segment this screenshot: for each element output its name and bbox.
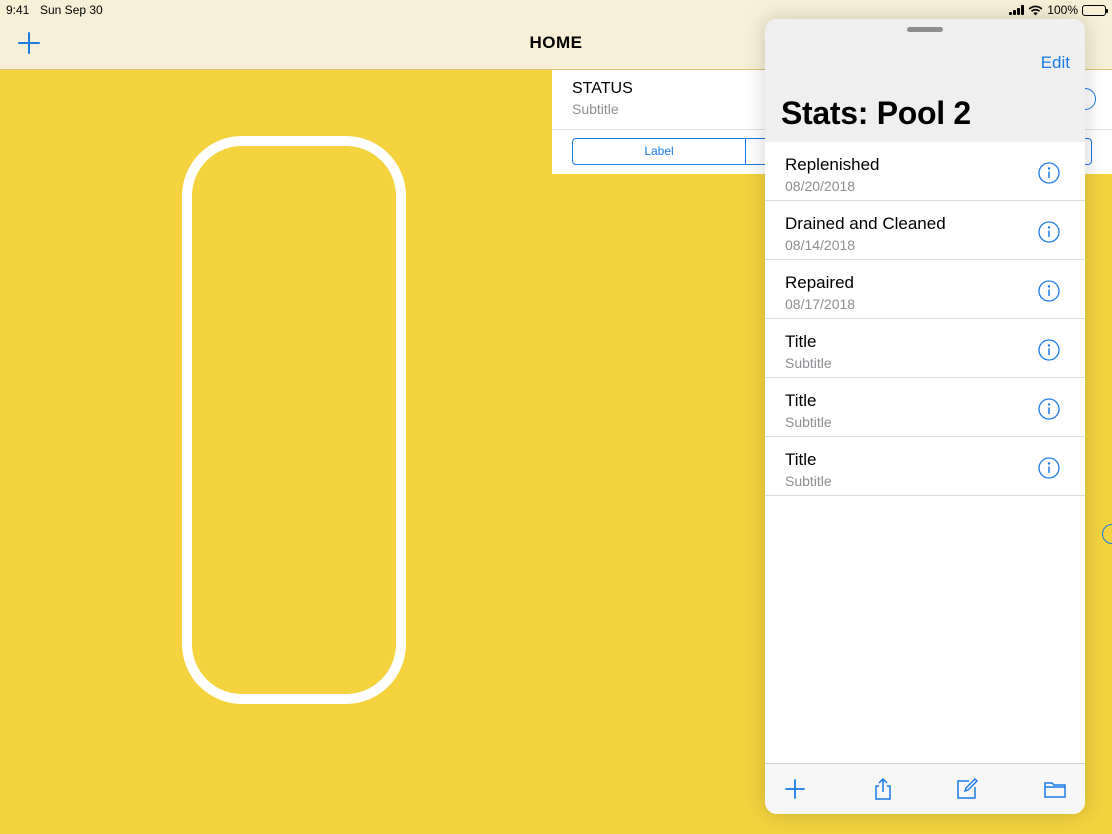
info-icon[interactable] <box>1038 339 1060 361</box>
item-subtitle: 08/17/2018 <box>785 296 856 312</box>
battery-icon <box>1082 4 1108 16</box>
info-icon[interactable] <box>1038 221 1060 243</box>
edit-button[interactable]: Edit <box>1041 53 1070 73</box>
panel-title: Stats: Pool 2 <box>781 95 971 131</box>
panel-header: Edit Stats: Pool 2 <box>765 19 1085 142</box>
list-item[interactable]: Drained and Cleaned 08/14/2018 <box>765 201 1085 260</box>
list-item[interactable]: Title Subtitle <box>765 378 1085 437</box>
stats-list: Replenished 08/20/2018 Drained and Clean… <box>765 142 1085 496</box>
status-indicators: 100% <box>1009 3 1108 17</box>
compose-icon[interactable] <box>955 777 979 801</box>
info-icon[interactable] <box>1038 457 1060 479</box>
info-icon[interactable] <box>1038 162 1060 184</box>
battery-percent: 100% <box>1047 3 1078 17</box>
list-item[interactable]: Repaired 08/17/2018 <box>765 260 1085 319</box>
panel-toolbar <box>765 763 1085 814</box>
item-subtitle: Subtitle <box>785 414 832 430</box>
item-subtitle: Subtitle <box>785 473 832 489</box>
list-item[interactable]: Replenished 08/20/2018 <box>765 142 1085 201</box>
cellular-signal-icon <box>1009 5 1025 15</box>
list-item[interactable]: Title Subtitle <box>765 437 1085 496</box>
plus-icon[interactable] <box>783 777 807 801</box>
pool-capsule-outline <box>182 136 406 704</box>
item-title: Replenished <box>785 155 880 174</box>
status-date: Sun Sep 30 <box>40 3 103 17</box>
stats-panel: Edit Stats: Pool 2 Replenished 08/20/201… <box>765 19 1085 814</box>
share-icon[interactable] <box>871 777 895 801</box>
item-title: Title <box>785 391 817 410</box>
segment-label[interactable]: Label <box>573 139 746 164</box>
info-icon[interactable] <box>1038 398 1060 420</box>
item-title: Title <box>785 332 817 351</box>
edge-info-circle-icon[interactable] <box>1102 524 1112 544</box>
item-subtitle: Subtitle <box>785 355 832 371</box>
item-subtitle: 08/20/2018 <box>785 178 856 194</box>
item-subtitle: 08/14/2018 <box>785 237 856 253</box>
status-bar: 9:41 Sun Sep 30 100% <box>0 0 1112 20</box>
wifi-icon <box>1028 5 1043 15</box>
status-time: 9:41 <box>6 3 30 17</box>
list-item[interactable]: Title Subtitle <box>765 319 1085 378</box>
info-icon[interactable] <box>1038 280 1060 302</box>
item-title: Repaired <box>785 273 854 292</box>
item-title: Title <box>785 450 817 469</box>
item-title: Drained and Cleaned <box>785 214 946 233</box>
panel-grabber-handle[interactable] <box>907 27 943 32</box>
folder-icon[interactable] <box>1043 777 1067 801</box>
